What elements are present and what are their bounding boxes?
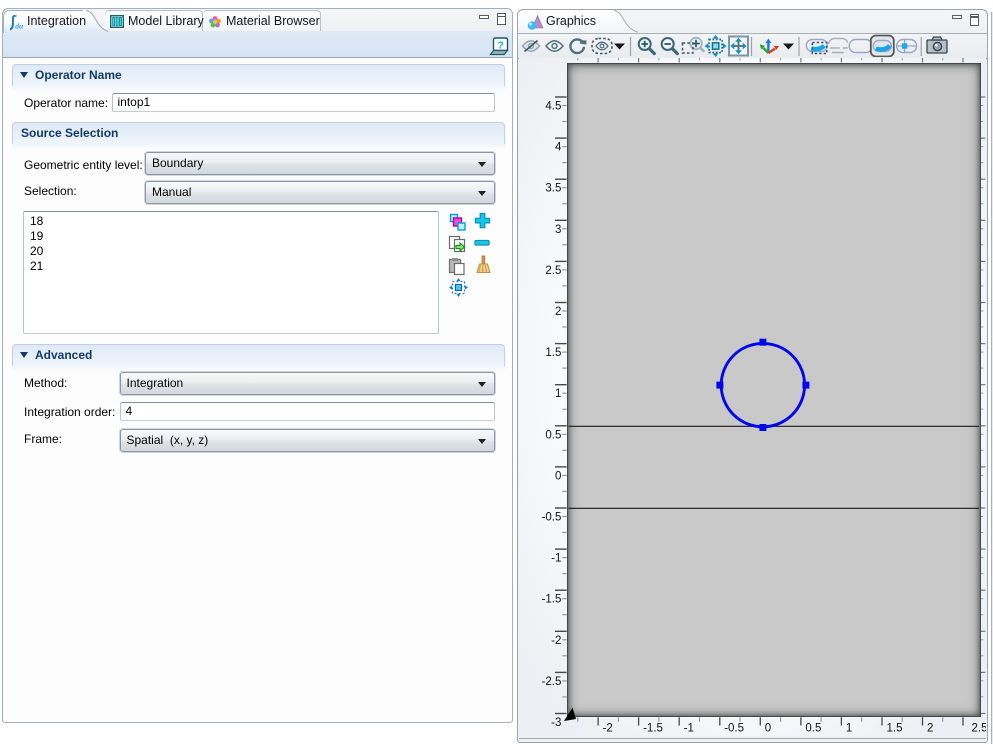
svg-text:2: 2 xyxy=(927,722,933,734)
svg-text:1: 1 xyxy=(555,388,561,400)
svg-text:0.5: 0.5 xyxy=(545,429,561,441)
svg-text:3: 3 xyxy=(555,224,561,236)
svg-text:4.5: 4.5 xyxy=(545,101,561,113)
svg-text:2.5: 2.5 xyxy=(545,265,561,277)
svg-text:-0.5: -0.5 xyxy=(542,512,562,524)
svg-text:?: ? xyxy=(497,41,503,52)
svg-text:1.5: 1.5 xyxy=(545,347,561,359)
svg-text:0.5: 0.5 xyxy=(805,722,821,734)
svg-text:-2.5: -2.5 xyxy=(542,676,562,688)
svg-text:-1.5: -1.5 xyxy=(643,722,663,734)
svg-text:0: 0 xyxy=(765,722,771,734)
svg-text:-1: -1 xyxy=(684,722,694,734)
svg-text:-0.5: -0.5 xyxy=(724,722,744,734)
svg-text:1: 1 xyxy=(846,722,852,734)
svg-text:-1: -1 xyxy=(551,553,561,565)
svg-text:3.5: 3.5 xyxy=(545,183,561,195)
svg-text:-3: -3 xyxy=(551,717,561,729)
svg-text:2.5: 2.5 xyxy=(972,722,987,734)
svg-text:-1.5: -1.5 xyxy=(542,594,562,606)
svg-text:du: du xyxy=(15,22,23,31)
svg-text:-2: -2 xyxy=(551,635,561,647)
svg-text:0: 0 xyxy=(555,470,561,482)
svg-text:2: 2 xyxy=(555,306,561,318)
svg-text:1.5: 1.5 xyxy=(887,722,903,734)
svg-text:-2: -2 xyxy=(603,722,613,734)
svg-text:4: 4 xyxy=(555,142,562,154)
